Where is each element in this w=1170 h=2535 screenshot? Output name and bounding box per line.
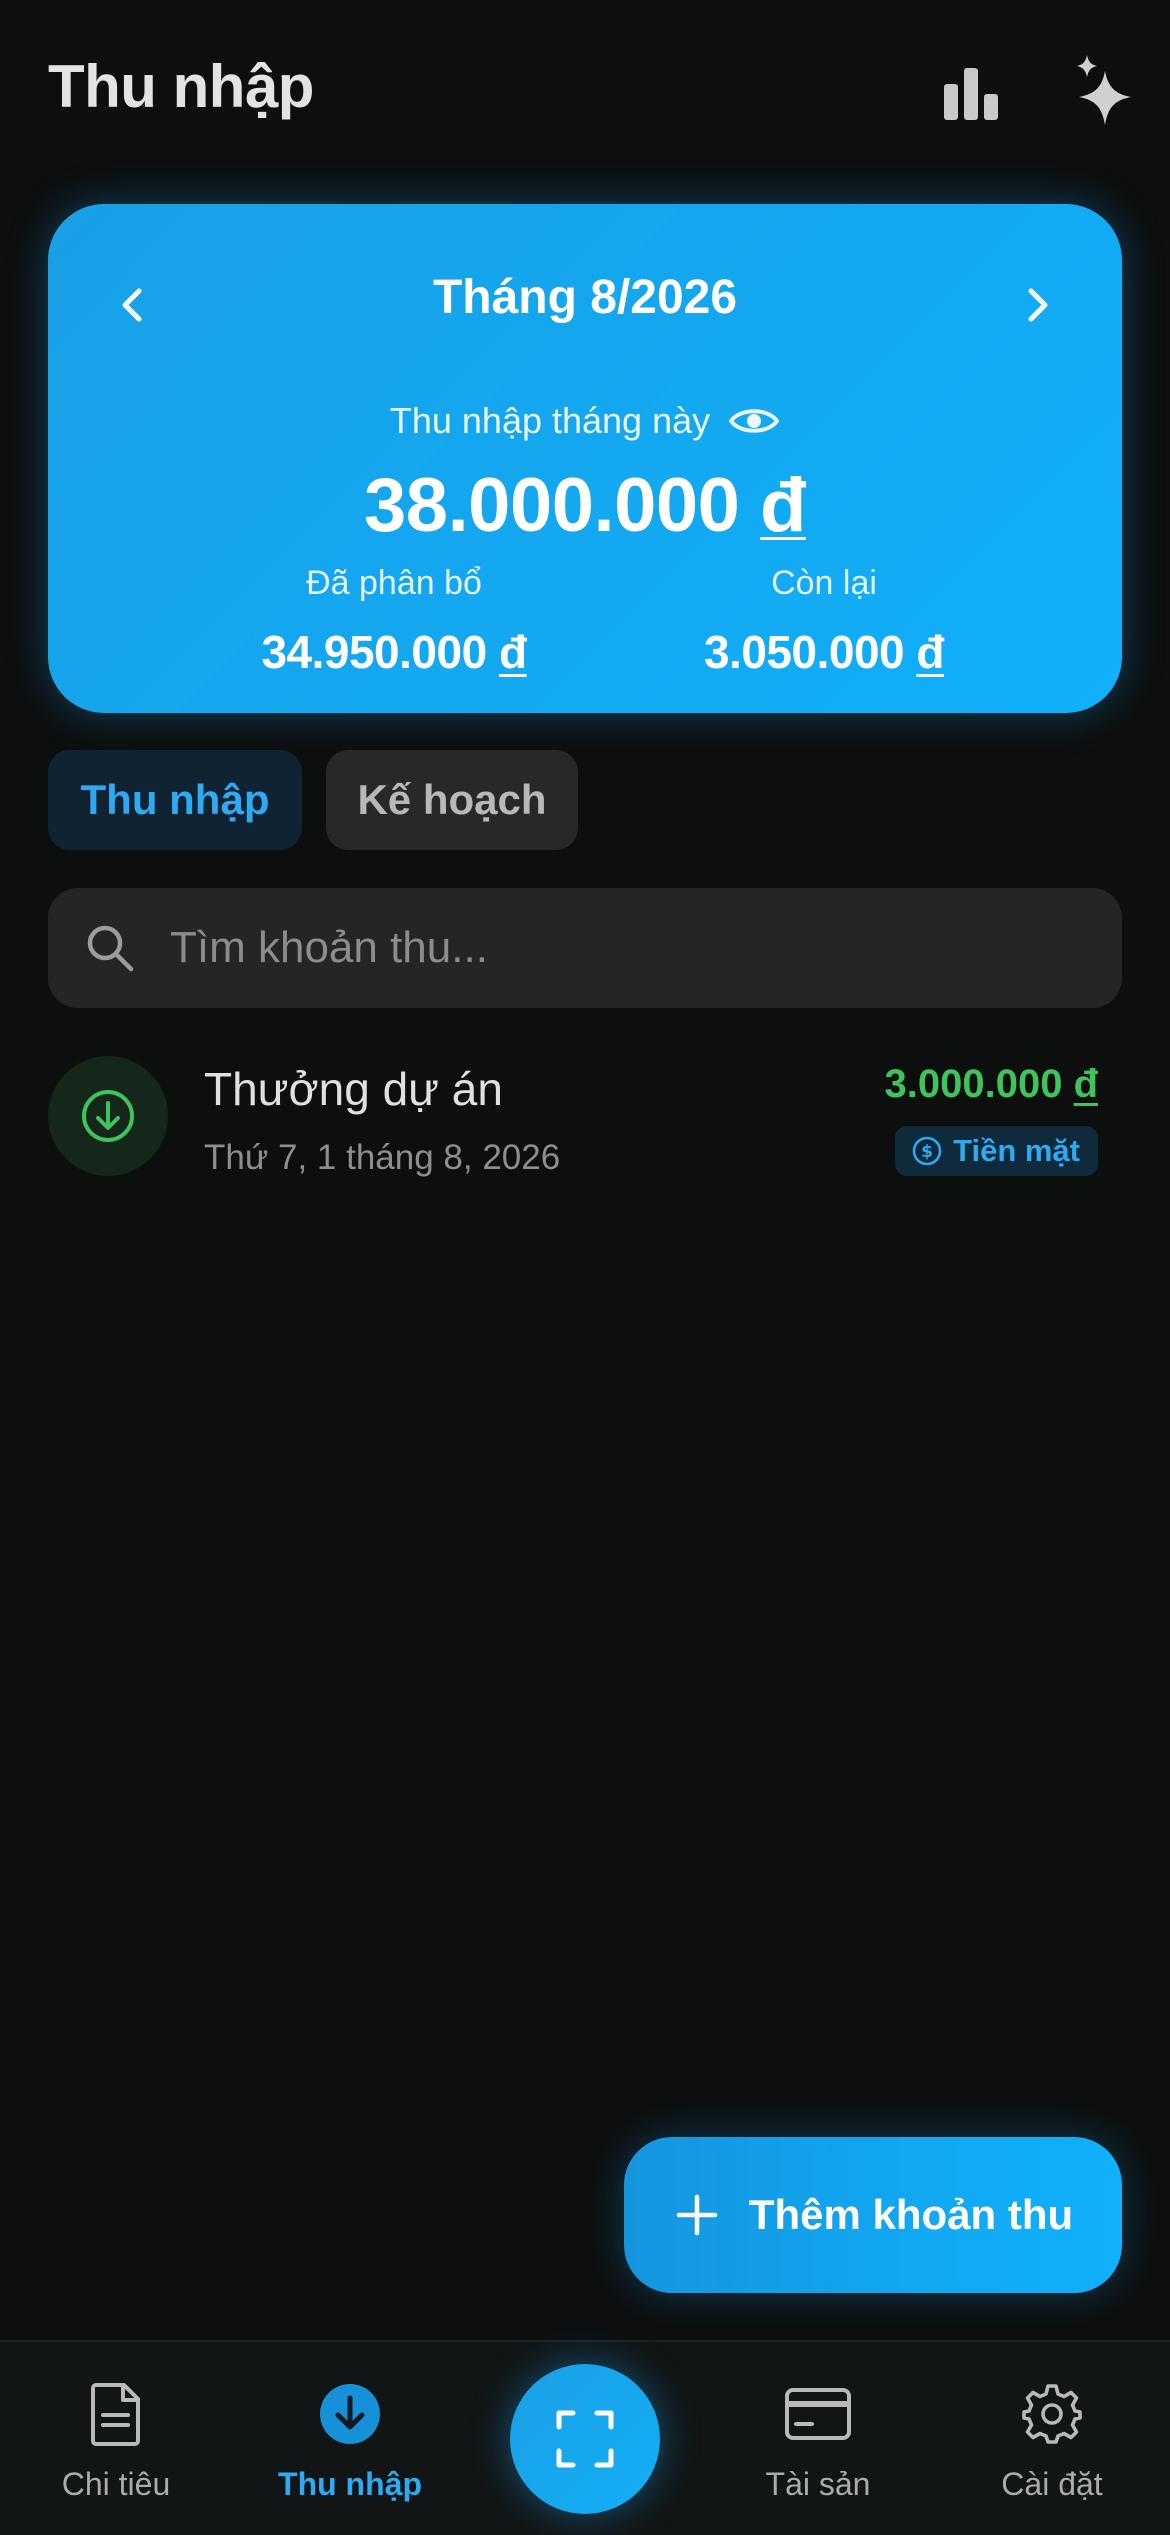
plus-icon [676,2194,718,2236]
eye-icon [729,409,780,433]
remaining-summary: Còn lại 3.050.000 đ [624,564,1024,679]
next-month-button[interactable] [992,260,1082,350]
income-date: Thứ 7, 1 tháng 8, 2026 [204,1138,561,1177]
income-caption: Thu nhập tháng này [48,400,1122,442]
nav-expenses[interactable]: Chi tiêu [6,2378,226,2503]
chevron-right-icon [1028,288,1048,322]
nav-settings[interactable]: Cài đặt [942,2378,1162,2503]
payment-method-badge: $ Tiền mặt [895,1126,1098,1176]
nav-assets-label: Tài sản [765,2466,871,2502]
card-icon [782,2378,854,2450]
scan-icon [556,2410,614,2468]
allocated-value: 34.950.000 [261,626,487,678]
bar-chart-icon [944,68,998,120]
search-icon [80,918,140,978]
statistics-button[interactable] [926,48,1016,138]
gear-icon [1016,2378,1088,2450]
search-bar[interactable] [48,888,1122,1008]
month-summary-card: Tháng 8/2026 Thu nhập tháng này 38.000.0… [48,204,1122,713]
add-income-button[interactable]: Thêm khoản thu [624,2137,1122,2293]
app-header: Thu nhập [0,0,1170,180]
income-amount: 3.000.000 đ [884,1062,1098,1107]
document-icon [80,2378,152,2450]
page-title: Thu nhập [48,53,314,120]
currency-symbol: đ [1073,1062,1098,1106]
income-title: Thưởng dự án [204,1063,503,1115]
tab-plan[interactable]: Kế hoạch [326,750,578,850]
remaining-label: Còn lại [771,564,877,602]
remaining-value-row: 3.050.000 đ [624,625,1024,679]
svg-text:$: $ [921,1142,933,1162]
nav-income-label: Thu nhập [278,2466,422,2502]
remaining-value: 3.050.000 [703,626,905,678]
currency-symbol: đ [760,463,806,548]
nav-settings-label: Cài đặt [1001,2466,1103,2502]
income-amount-value: 3.000.000 [884,1062,1063,1106]
toggle-visibility-button[interactable] [728,403,780,439]
currency-symbol: đ [498,626,527,678]
income-total-value: 38.000.000 [364,463,740,548]
income-arrow-icon [48,1056,168,1176]
cash-icon: $ [912,1136,942,1166]
nav-income[interactable]: Thu nhập [240,2378,460,2503]
list-item[interactable]: Thưởng dự án Thứ 7, 1 tháng 8, 2026 3.00… [48,1050,1122,1180]
income-caption-label: Thu nhập tháng này [389,400,711,441]
add-income-label: Thêm khoản thu [748,2191,1074,2238]
sparkle-icon [1077,55,1131,125]
tab-income[interactable]: Thu nhập [48,750,302,850]
currency-symbol: đ [916,626,945,678]
allocated-summary: Đã phân bổ 34.950.000 đ [194,564,594,679]
allocated-label: Đã phân bổ [306,564,482,602]
search-input[interactable] [170,888,1122,1008]
payment-method-label: Tiền mặt [953,1133,1080,1168]
month-label: Tháng 8/2026 [432,271,738,324]
nav-expenses-label: Chi tiêu [61,2466,171,2502]
income-total: 38.000.000 đ [48,462,1122,549]
nav-assets[interactable]: Tài sản [708,2378,928,2503]
income-icon [314,2378,386,2450]
ai-assistant-button[interactable] [1060,48,1150,138]
allocated-value-row: 34.950.000 đ [194,625,594,679]
scan-button[interactable] [510,2364,660,2514]
